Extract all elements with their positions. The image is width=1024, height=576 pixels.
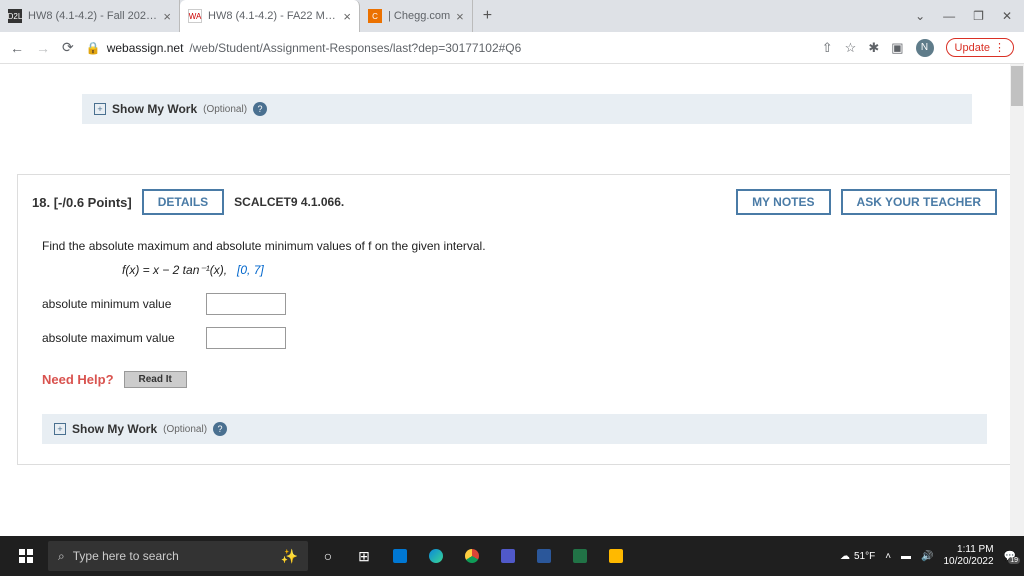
new-tab-button[interactable]: + [473,7,502,25]
app-chrome-icon[interactable] [456,540,488,572]
app-teams-icon[interactable] [492,540,524,572]
smw-optional: (Optional) [163,424,207,435]
show-my-work-bar-inner[interactable]: + Show My Work (Optional) ? [42,414,987,444]
address-bar: ← → ⟳ 🔒 webassign.net/web/Student/Assign… [0,32,1024,64]
profile-badge[interactable]: N [916,39,934,57]
app-mail-icon[interactable] [384,540,416,572]
clock-date: 10/20/2022 [943,556,993,568]
smw-title: Show My Work [112,102,197,116]
min-label: absolute minimum value [42,297,192,311]
min-input[interactable] [206,293,286,315]
extension-icon[interactable]: ✱ [868,40,879,56]
ask-teacher-button[interactable]: ASK YOUR TEACHER [841,189,997,215]
expand-icon[interactable]: + [94,103,106,115]
scrollbar[interactable] [1010,64,1024,536]
max-label: absolute maximum value [42,331,192,345]
page-content: + Show My Work (Optional) ? 18. [-/0.6 P… [0,64,1024,536]
max-answer-row: absolute maximum value [42,327,987,349]
notifications-icon[interactable]: 💬19 [1004,551,1016,562]
lock-icon: 🔒 [86,41,101,55]
tab-title: | Chegg.com [388,10,450,22]
d2l-favicon: D2L [8,9,22,23]
help-icon[interactable]: ? [253,102,267,116]
url-host: webassign.net [107,41,184,55]
back-icon[interactable]: ← [10,40,24,56]
chegg-favicon: C [368,9,382,23]
webassign-favicon: WA [188,9,202,23]
smw-title: Show My Work [72,422,157,436]
minimize-icon[interactable]: — [943,9,955,23]
url-field[interactable]: 🔒 webassign.net/web/Student/Assignment-R… [86,41,810,55]
tab-webassign[interactable]: WA HW8 (4.1-4.2) - FA22 Math 207 × [180,0,360,32]
tab-chegg[interactable]: C | Chegg.com × [360,0,473,32]
min-answer-row: absolute minimum value [42,293,987,315]
extension-box-icon[interactable]: ▣ [891,40,903,56]
question-header: 18. [-/0.6 Points] DETAILS SCALCET9 4.1.… [32,189,997,215]
tray-chevron-icon[interactable]: ˄ [885,551,891,562]
app-explorer-icon[interactable] [600,540,632,572]
cortana-icon[interactable]: ○ [312,540,344,572]
need-help-label: Need Help? [42,372,114,387]
max-input[interactable] [206,327,286,349]
question-prompt: Find the absolute maximum and absolute m… [42,239,987,253]
help-icon[interactable]: ? [213,422,227,436]
battery-icon[interactable]: ▬ [901,551,911,562]
close-icon[interactable]: × [163,9,171,24]
expand-icon[interactable]: + [54,423,66,435]
question-number: 18. [-/0.6 Points] [32,195,132,210]
start-button[interactable] [8,538,44,574]
need-help-row: Need Help? Read It [42,371,987,388]
cloud-icon: ☁ [840,551,850,562]
close-icon[interactable]: × [343,9,351,24]
question-18: 18. [-/0.6 Points] DETAILS SCALCET9 4.1.… [17,174,1012,465]
close-icon[interactable]: × [456,9,464,24]
star-icon[interactable]: ☆ [845,40,857,56]
clock[interactable]: 1:11 PM 10/20/2022 [943,544,993,568]
tab-d2l[interactable]: D2L HW8 (4.1-4.2) - Fall 2022 MATH × [0,0,180,32]
url-path: /web/Student/Assignment-Responses/last?d… [189,41,521,55]
read-it-button[interactable]: Read It [124,371,187,388]
close-window-icon[interactable]: ✕ [1002,9,1012,23]
details-button[interactable]: DETAILS [142,189,224,215]
update-button[interactable]: Update ⋮ [946,38,1014,57]
weather-temp: 51°F [854,551,875,562]
clock-time: 1:11 PM [943,544,993,556]
app-word-icon[interactable] [528,540,560,572]
chevron-down-icon[interactable]: ⌄ [915,9,925,23]
show-my-work-bar[interactable]: + Show My Work (Optional) ? [82,94,972,124]
question-body: Find the absolute maximum and absolute m… [32,233,997,450]
reload-icon[interactable]: ⟳ [62,39,74,56]
app-edge-icon[interactable] [420,540,452,572]
volume-icon[interactable]: 🔊 [921,551,933,562]
share-icon[interactable]: ⇧ [822,40,833,56]
taskbar-search[interactable]: ⌕ Type here to search ✨ [48,541,308,571]
app-excel-icon[interactable] [564,540,596,572]
search-icon: ⌕ [58,549,65,564]
restore-icon[interactable]: ❐ [973,9,984,23]
task-view-icon[interactable]: ⊞ [348,540,380,572]
smw-optional: (Optional) [203,104,247,115]
my-notes-button[interactable]: MY NOTES [736,189,830,215]
tab-title: HW8 (4.1-4.2) - FA22 Math 207 [208,10,337,22]
scrollbar-thumb[interactable] [1011,66,1023,106]
question-formula: f(x) = x − 2 tan⁻¹(x), [0, 7] [122,263,987,277]
search-highlight-icon: ✨ [281,548,298,565]
taskbar: ⌕ Type here to search ✨ ○ ⊞ ☁ 51°F ˄ ▬ 🔊… [0,536,1024,576]
browser-tab-strip: D2L HW8 (4.1-4.2) - Fall 2022 MATH × WA … [0,0,1024,32]
search-placeholder: Type here to search [73,549,179,563]
forward-icon[interactable]: → [36,40,50,56]
question-reference: SCALCET9 4.1.066. [234,195,344,209]
weather-widget[interactable]: ☁ 51°F [840,551,875,562]
tab-title: HW8 (4.1-4.2) - Fall 2022 MATH [28,10,157,22]
